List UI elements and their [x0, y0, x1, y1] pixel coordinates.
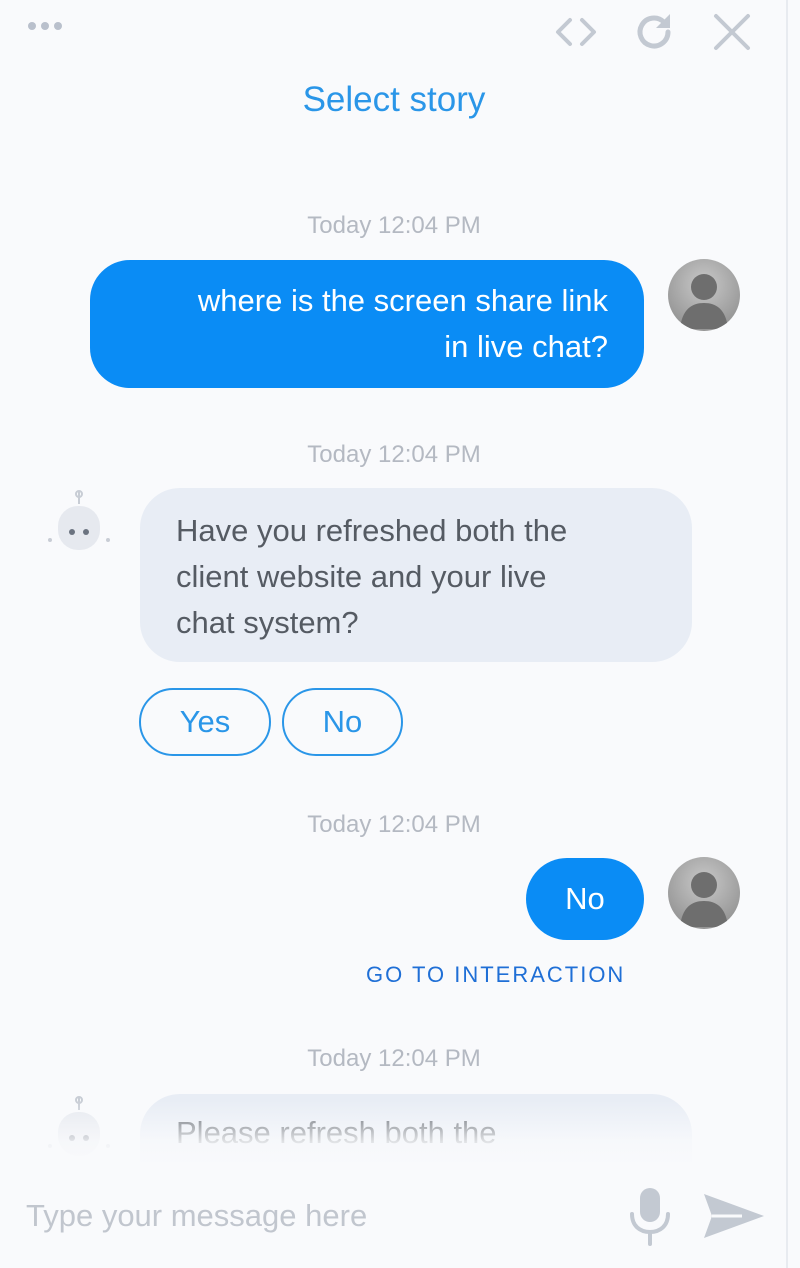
bot-message-bubble: Have you refreshed both the client websi… [140, 488, 692, 662]
message-text-line: where is the screen share link [197, 283, 608, 318]
more-dots-icon[interactable] [28, 22, 62, 30]
close-icon[interactable] [708, 8, 756, 56]
message-timestamp: Today 12:04 PM [307, 1045, 481, 1072]
select-story-link[interactable]: Select story [0, 80, 788, 120]
message-text-line: Please refresh both the [176, 1115, 497, 1150]
quick-reply-no-button[interactable]: No [282, 688, 403, 756]
quick-reply-yes-button[interactable]: Yes [139, 688, 271, 756]
user-message-bubble: where is the screen share link in live c… [90, 260, 644, 388]
user-message-bubble: No [526, 858, 644, 940]
message-text-line: client website and your live [176, 559, 547, 594]
message-timestamp: Today 12:04 PM [307, 212, 481, 239]
message-text-line: chat system? [176, 605, 359, 640]
person-icon [680, 274, 728, 329]
bot-avatar-icon [44, 1094, 114, 1164]
user-avatar [668, 857, 740, 929]
bot-avatar-icon [44, 488, 114, 558]
message-composer [0, 1162, 786, 1268]
refresh-icon[interactable] [630, 8, 678, 56]
message-text-line: in live chat? [444, 329, 608, 364]
go-to-interaction-link[interactable]: GO TO INTERACTION [366, 962, 625, 988]
microphone-icon[interactable] [628, 1186, 672, 1246]
code-icon[interactable] [552, 8, 600, 56]
message-input[interactable] [26, 1192, 606, 1240]
person-icon [680, 872, 728, 927]
message-text-line: Have you refreshed both the [176, 513, 568, 548]
user-avatar [668, 259, 740, 331]
message-timestamp: Today 12:04 PM [307, 811, 481, 838]
message-timestamp: Today 12:04 PM [307, 441, 481, 468]
chat-header [0, 0, 788, 70]
send-icon[interactable] [702, 1190, 766, 1242]
chat-window: Select story Today 12:04 PM where is the… [0, 0, 788, 1268]
